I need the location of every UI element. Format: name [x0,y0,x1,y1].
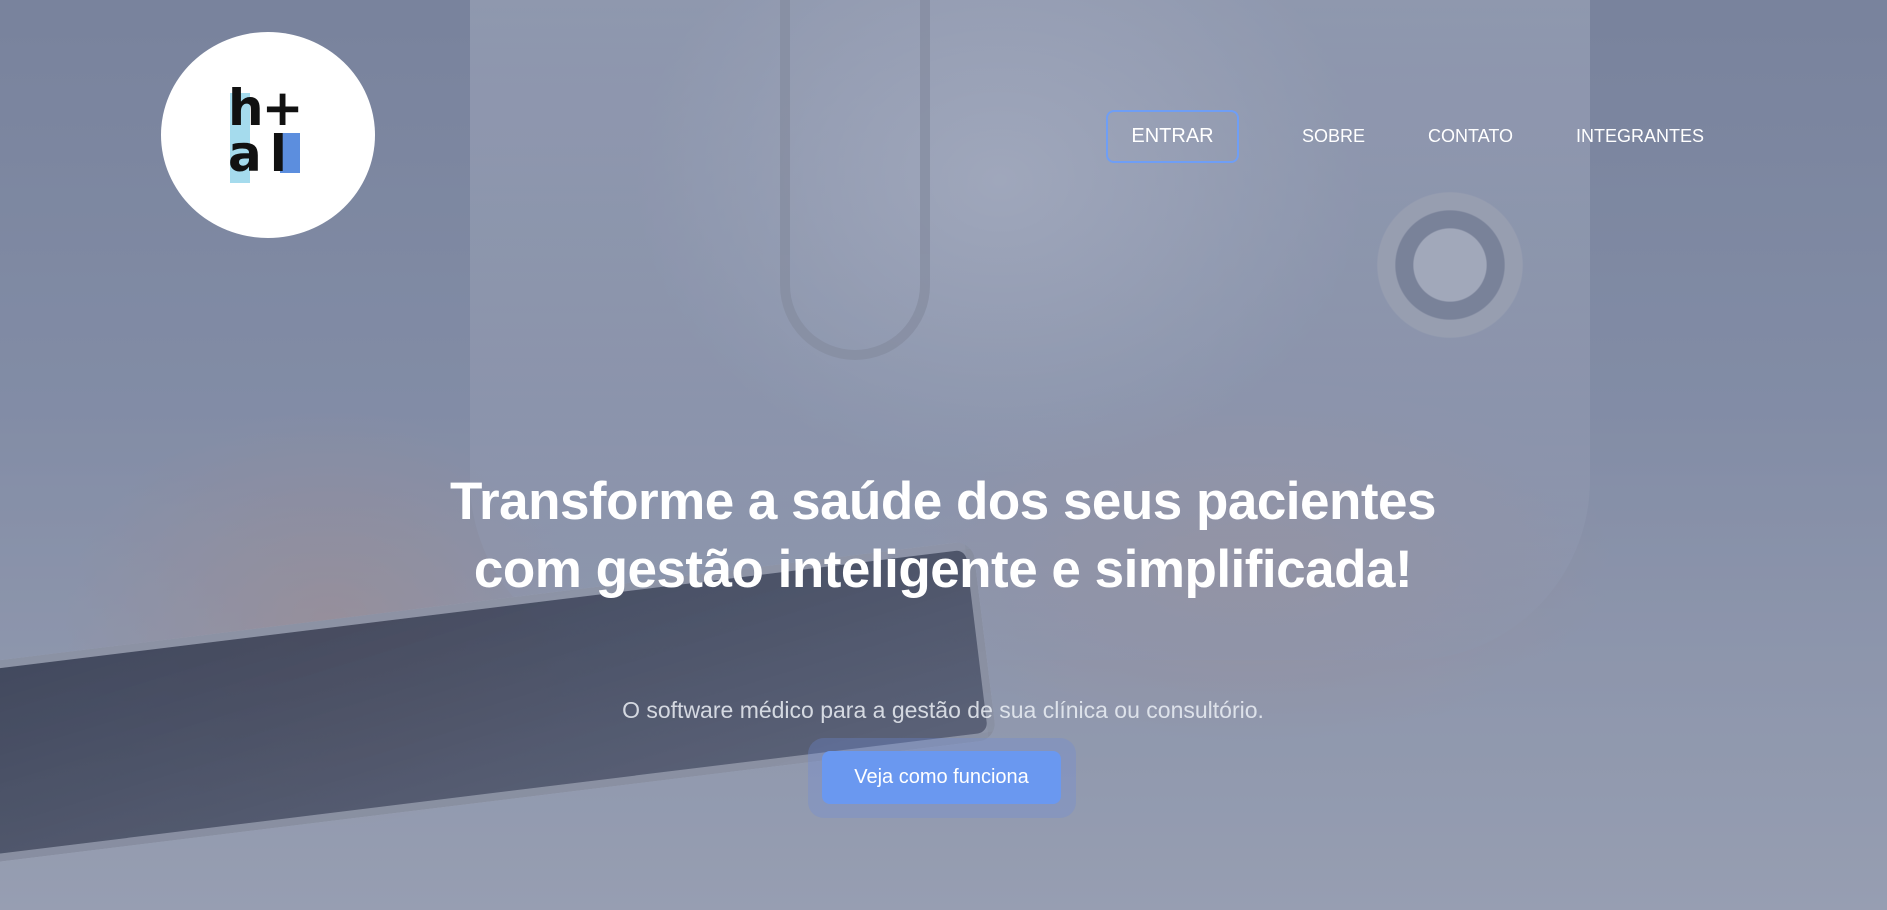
hero-subtitle: O software médico para a gestão de sua c… [622,697,1264,723]
nav-link-contato[interactable]: CONTATO [1428,126,1513,147]
logo-text-line2: al [228,125,295,183]
nav-link-sobre[interactable]: SOBRE [1302,126,1365,147]
logo[interactable]: h+ al [161,32,375,238]
main-nav: ENTRAR SOBRE CONTATO INTEGRANTES [1106,110,1704,163]
how-it-works-button[interactable]: Veja como funciona [822,751,1061,804]
hero-headline: Transforme a saúde dos seus pacientes co… [450,472,1436,599]
nav-link-integrantes[interactable]: INTEGRANTES [1576,126,1704,147]
login-button[interactable]: ENTRAR [1106,110,1239,163]
heal-logo-icon: h+ al [228,83,308,187]
